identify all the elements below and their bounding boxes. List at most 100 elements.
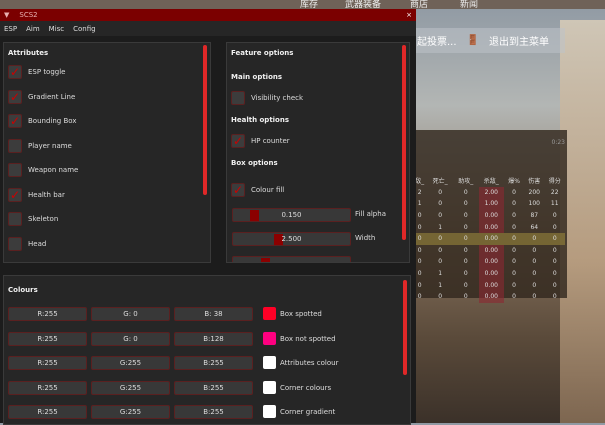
red-field[interactable]: R:255: [8, 356, 87, 370]
red-field[interactable]: R:255: [8, 380, 87, 395]
checkbox-label: Skeleton: [28, 215, 59, 223]
table-cell: 0: [463, 246, 468, 254]
title-bar[interactable]: ▼ SCS2 ×: [0, 9, 416, 21]
door-exit-icon: 🚪: [466, 35, 479, 46]
window-title: SCS2: [19, 11, 38, 19]
table-cell: 0: [504, 232, 525, 245]
green-field[interactable]: G: 0: [91, 307, 170, 321]
slider-value: 2.500: [281, 235, 302, 243]
nav-news[interactable]: 新闻: [460, 0, 478, 10]
scoreboard-header: 敌_ 死亡_ 助攻_ 杀敌_ 爆% 伤害 得分: [412, 175, 565, 187]
attribute-checkbox[interactable]: ✓ Health bar: [8, 187, 65, 202]
table-cell: 87: [530, 212, 539, 220]
colour-swatch[interactable]: [263, 331, 276, 345]
table-cell: 0: [512, 258, 516, 266]
table-cell: 0: [463, 212, 468, 220]
checkbox-label: Head: [28, 239, 47, 248]
width-label: Width: [355, 234, 376, 242]
tab-config[interactable]: Config: [73, 25, 95, 33]
attribute-checkbox[interactable]: Head: [8, 236, 47, 251]
blue-field[interactable]: B:255: [174, 356, 253, 370]
table-row: 2 0 0 2.00 0 200 22: [412, 186, 565, 199]
table-cell: 0: [438, 188, 443, 196]
table-cell: 100: [528, 200, 540, 208]
slider-handle[interactable]: [261, 258, 270, 262]
colour-swatch[interactable]: [263, 356, 276, 369]
checkbox-box: [8, 138, 22, 153]
blue-field[interactable]: B:255: [174, 380, 253, 395]
blue-field[interactable]: B:255: [174, 405, 253, 419]
table-cell: 0: [532, 258, 537, 266]
attribute-checkbox[interactable]: ✓ Bounding Box: [8, 114, 76, 128]
attributes-panel: Attributes ✓ ESP toggle ✓ Gradient Line ✓ Bou…: [3, 42, 211, 263]
tab-misc[interactable]: Misc: [49, 25, 64, 33]
table-cell: 0: [512, 246, 516, 254]
hp-counter-checkbox[interactable]: ✓ HP counter: [231, 134, 290, 148]
close-icon[interactable]: ×: [406, 11, 412, 19]
fill-alpha-slider[interactable]: 0.150: [232, 208, 351, 222]
feature-scrollbar[interactable]: [402, 45, 406, 240]
checkbox-label: HP counter: [251, 137, 290, 145]
attributes-scrollbar[interactable]: [203, 45, 207, 195]
table-row: 0 1 0 0.00 0 0 0: [412, 279, 565, 291]
table-cell: 200: [528, 188, 540, 196]
blue-field[interactable]: B:128: [174, 331, 253, 346]
slider-handle[interactable]: [250, 210, 259, 221]
table-cell: 0: [552, 293, 557, 301]
table-cell: 0.00: [478, 209, 505, 222]
red-field[interactable]: R:255: [8, 331, 87, 346]
checkbox-label: Gradient Line: [28, 92, 76, 101]
attribute-checkbox[interactable]: Weapon name: [8, 163, 78, 177]
red-field[interactable]: R:255: [8, 307, 87, 321]
scoreboard-table: 敌_ 死亡_ 助攻_ 杀敌_ 爆% 伤害 得分 2 0 0 2.00 0 200 22 1 0 0 1.00 0 10…: [412, 175, 565, 303]
green-field[interactable]: G:255: [91, 356, 170, 370]
table-row: 0 1 0 0.00 0 64 0: [412, 221, 565, 233]
box-options-heading: Box options: [231, 159, 278, 167]
tab-esp[interactable]: ESP: [4, 25, 17, 33]
checkbox-label: Colour fill: [251, 186, 285, 194]
table-row: 1 0 0 1.00 0 100 11: [412, 198, 565, 210]
vote-button[interactable]: 起投票...: [417, 33, 457, 48]
green-field[interactable]: G: 0: [91, 331, 170, 346]
table-cell: 1.00: [478, 198, 505, 210]
red-field[interactable]: R:255: [8, 405, 87, 419]
table-cell: 0: [532, 281, 537, 289]
visibility-check-checkbox[interactable]: Visibility check: [231, 91, 303, 105]
slider-value: 0.150: [281, 211, 302, 219]
table-cell: 0: [512, 200, 516, 208]
column-header: 爆%: [508, 178, 520, 186]
attribute-checkbox[interactable]: ✓ Gradient Line: [8, 89, 76, 104]
tab-aim[interactable]: Aim: [26, 25, 40, 33]
table-cell: 0.00: [478, 221, 505, 233]
colours-scrollbar[interactable]: [403, 280, 407, 375]
feature-options-panel: Feature options Main options Visibility …: [226, 42, 410, 263]
checkbox-label: Bounding Box: [28, 117, 77, 125]
table-cell: 0: [512, 188, 516, 196]
checkbox-box: [231, 91, 245, 105]
column-header: 助攻_: [458, 178, 474, 186]
width-slider[interactable]: 2.500: [232, 232, 351, 246]
table-cell: 0: [463, 200, 468, 208]
attribute-checkbox[interactable]: Player name: [8, 138, 72, 153]
partial-slider[interactable]: [232, 256, 351, 262]
colour-swatch[interactable]: [263, 380, 276, 394]
green-field[interactable]: G:255: [91, 405, 170, 419]
attribute-checkbox[interactable]: Skeleton: [8, 212, 58, 226]
checkbox-box: [8, 236, 22, 251]
attribute-checkbox[interactable]: ✓ ESP toggle: [8, 65, 65, 79]
collapse-icon[interactable]: ▼: [4, 11, 9, 19]
checkmark-icon: ✓: [8, 89, 22, 104]
green-field[interactable]: G:255: [91, 380, 170, 395]
match-timer: 0:23: [551, 139, 565, 146]
table-cell: 0: [552, 270, 557, 278]
colour-fill-checkbox[interactable]: ✓ Colour fill: [231, 183, 284, 197]
table-cell: 0: [463, 223, 468, 231]
exit-to-main-menu-button[interactable]: 退出到主菜单: [489, 33, 549, 48]
column-header: 伤害: [528, 178, 541, 186]
colour-swatch[interactable]: [263, 307, 276, 320]
table-cell: 0: [427, 232, 453, 245]
scoreboard: 0:23 敌_ 死亡_ 助攻_ 杀敌_ 爆% 伤害 得分 2 0 0 2.00 0 200 22 1 0 0 1.…: [412, 130, 567, 303]
colour-swatch[interactable]: [263, 405, 276, 418]
colours-heading: Colours: [8, 286, 38, 294]
blue-field[interactable]: B: 38: [174, 307, 253, 321]
